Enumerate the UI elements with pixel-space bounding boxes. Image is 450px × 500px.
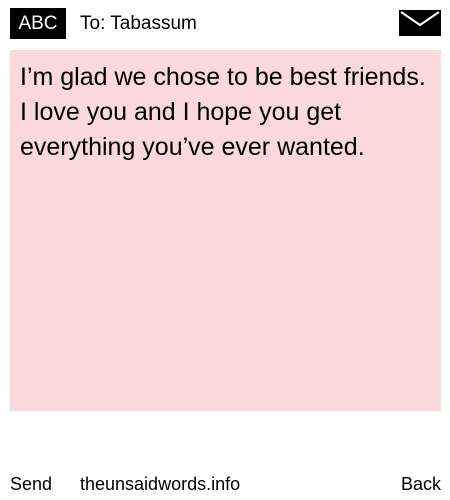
message-text: I’m glad we chose to be best friends. I … xyxy=(20,63,426,161)
header: ABC To: Tabassum xyxy=(0,0,450,48)
send-button[interactable]: Send xyxy=(10,472,52,496)
envelope-icon xyxy=(399,10,441,36)
site-label: theunsaidwords.info xyxy=(80,474,241,494)
input-mode-badge[interactable]: ABC xyxy=(10,8,66,39)
back-button[interactable]: Back xyxy=(401,472,441,496)
recipient-label: To: Tabassum xyxy=(80,13,197,34)
footer: Send theunsaidwords.info Back xyxy=(0,468,450,500)
message-area[interactable]: I’m glad we chose to be best friends. I … xyxy=(10,50,441,411)
